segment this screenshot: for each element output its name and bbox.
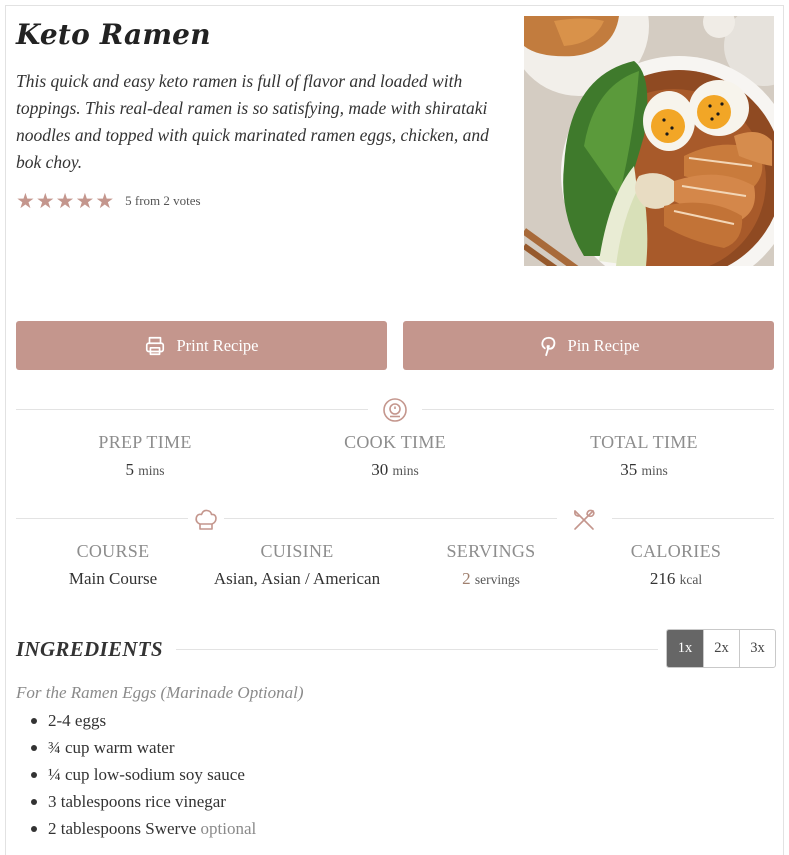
cook-time-value: 30 mins bbox=[320, 460, 470, 480]
ingredient-note: optional bbox=[200, 819, 257, 838]
prep-time-label: PREP TIME bbox=[98, 432, 192, 452]
ingredients-heading: INGREDIENTS bbox=[16, 637, 163, 661]
divider-line bbox=[612, 518, 774, 519]
cook-time-number: 30 bbox=[371, 460, 389, 479]
divider-line bbox=[16, 409, 368, 410]
servings-unit: servings bbox=[474, 572, 520, 587]
utensils-icon bbox=[570, 506, 598, 534]
ingredient-list: 2-4 eggs ¾ cup warm water ¼ cup low-sodi… bbox=[30, 707, 256, 842]
scale-1x-button[interactable]: 1x bbox=[667, 630, 703, 667]
ingredient-item: 3 tablespoons rice vinegar bbox=[30, 788, 256, 815]
star-icon[interactable]: ★ bbox=[95, 190, 114, 212]
scale-3x-button[interactable]: 3x bbox=[739, 630, 775, 667]
star-icon[interactable]: ★ bbox=[75, 190, 94, 212]
cuisine-value: Asian, Asian / American bbox=[213, 569, 381, 588]
cuisine-label: CUISINE bbox=[260, 541, 334, 561]
recipe-photo bbox=[524, 16, 774, 266]
recipe-summary: This quick and easy keto ramen is full o… bbox=[16, 71, 489, 172]
total-time-value: 35 mins bbox=[569, 460, 719, 480]
ingredient-text: 2-4 eggs bbox=[48, 711, 107, 730]
print-recipe-label: Print Recipe bbox=[176, 335, 259, 355]
pinterest-icon bbox=[538, 335, 558, 357]
star-icon[interactable]: ★ bbox=[16, 190, 35, 212]
course-value: Main Course bbox=[68, 569, 158, 588]
pin-recipe-label: Pin Recipe bbox=[567, 335, 640, 355]
prep-time-unit: mins bbox=[138, 463, 165, 478]
calories-number: 216 bbox=[649, 569, 676, 588]
ingredient-text: ¼ cup low-sodium soy sauce bbox=[48, 765, 245, 784]
ingredient-item: 2 tablespoons Swerve optional bbox=[30, 815, 256, 842]
course-label: COURSE bbox=[76, 541, 150, 561]
star-rating[interactable]: ★ ★ ★ ★ ★ 5 from 2 votes bbox=[16, 190, 201, 212]
divider-line bbox=[16, 518, 188, 519]
calories-value: 216 kcal bbox=[601, 569, 751, 589]
total-time-label: TOTAL TIME bbox=[590, 432, 698, 452]
scale-2x-button[interactable]: 2x bbox=[703, 630, 739, 667]
divider-line bbox=[422, 409, 774, 410]
cook-time-label: COOK TIME bbox=[344, 432, 446, 452]
calories-label: CALORIES bbox=[630, 541, 722, 561]
cook-time-unit: mins bbox=[392, 463, 419, 478]
serving-scaler: 1x 2x 3x bbox=[666, 629, 776, 668]
rating-count: 5 from 2 votes bbox=[125, 193, 201, 208]
chef-hat-icon bbox=[192, 506, 220, 534]
divider-line bbox=[176, 649, 658, 650]
ingredient-item: 2-4 eggs bbox=[30, 707, 256, 734]
servings-number[interactable]: 2 bbox=[462, 569, 471, 588]
ingredient-item: ¾ cup warm water bbox=[30, 734, 256, 761]
divider-line bbox=[224, 518, 557, 519]
total-time-number: 35 bbox=[620, 460, 638, 479]
servings-value[interactable]: 2 servings bbox=[416, 569, 566, 589]
ingredient-group-title: For the Ramen Eggs (Marinade Optional) bbox=[16, 683, 304, 702]
ingredient-text: 2 tablespoons Swerve bbox=[48, 819, 197, 838]
pin-recipe-button[interactable]: Pin Recipe bbox=[403, 321, 774, 370]
ingredient-text: ¾ cup warm water bbox=[48, 738, 175, 757]
star-icon[interactable]: ★ bbox=[36, 190, 55, 212]
total-time-unit: mins bbox=[641, 463, 668, 478]
star-icon[interactable]: ★ bbox=[56, 190, 75, 212]
calories-unit: kcal bbox=[679, 572, 703, 587]
recipe-title: Keto Ramen bbox=[16, 18, 211, 51]
prep-time-value: 5 mins bbox=[70, 460, 220, 480]
servings-label: SERVINGS bbox=[446, 541, 536, 561]
timer-icon bbox=[381, 396, 409, 424]
ingredient-text: 3 tablespoons rice vinegar bbox=[48, 792, 226, 811]
ingredient-item: ¼ cup low-sodium soy sauce bbox=[30, 761, 256, 788]
printer-icon bbox=[144, 335, 166, 357]
print-recipe-button[interactable]: Print Recipe bbox=[16, 321, 387, 370]
prep-time-number: 5 bbox=[125, 460, 134, 479]
